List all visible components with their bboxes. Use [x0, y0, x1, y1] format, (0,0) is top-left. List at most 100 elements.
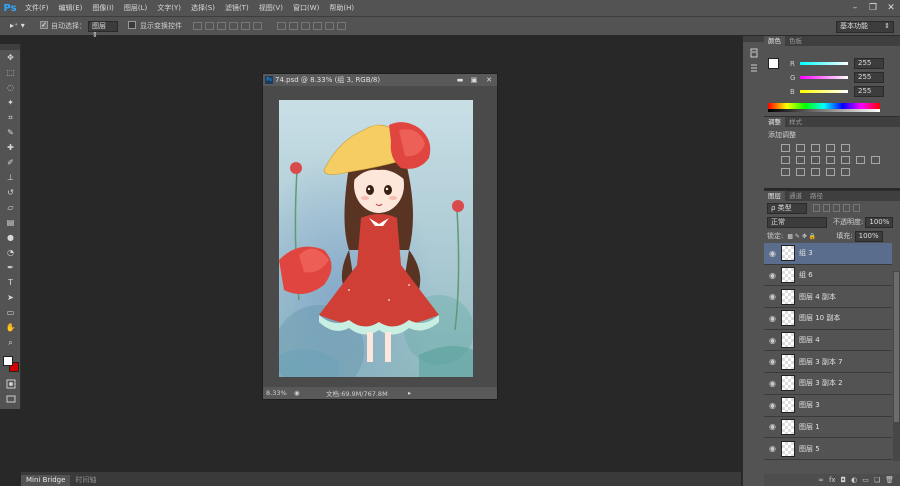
- eraser-icon[interactable]: ▱: [0, 200, 21, 215]
- new-layer-icon[interactable]: ❏: [874, 476, 880, 484]
- layer-row[interactable]: ◉ 图层 3 副本 7: [764, 351, 892, 374]
- tab-color_panel-0[interactable]: 颜色: [764, 36, 785, 46]
- auto-select-checkbox[interactable]: ✓: [40, 21, 48, 29]
- layer-row[interactable]: ◉ 图层 4: [764, 330, 892, 352]
- pen-icon[interactable]: ✒: [0, 260, 21, 275]
- zoom-icon[interactable]: ⌕: [0, 335, 21, 350]
- menu-item-7[interactable]: 视图(V): [254, 3, 288, 13]
- channel-slider-g[interactable]: [800, 76, 848, 79]
- tab-layers_panel-1[interactable]: 通道: [785, 191, 806, 201]
- channel-slider-r[interactable]: [800, 62, 848, 65]
- layer-row[interactable]: ◉ 图层 3 副本 2: [764, 373, 892, 395]
- layer-mask-icon[interactable]: ◘: [841, 476, 847, 484]
- opacity-field[interactable]: 100%: [865, 216, 894, 228]
- path-select-icon[interactable]: ➤: [0, 290, 21, 305]
- show-transform-checkbox[interactable]: [128, 21, 136, 29]
- menu-item-6[interactable]: 滤镜(T): [220, 3, 254, 13]
- layer-row[interactable]: ◉ 组 6: [764, 265, 892, 287]
- bottom-tab-1[interactable]: 时间轴: [70, 475, 101, 486]
- visibility-eye-icon[interactable]: ◉: [764, 422, 781, 431]
- visibility-eye-icon[interactable]: ◉: [764, 401, 781, 410]
- history-panel-icon[interactable]: [743, 45, 765, 60]
- shape-icon[interactable]: ▭: [0, 305, 21, 320]
- new-group-icon[interactable]: ▭: [862, 476, 869, 484]
- close-icon[interactable]: ✕: [882, 0, 900, 16]
- foreground-color-swatch[interactable]: [3, 356, 13, 366]
- layer-row[interactable]: ◉ 图层 1: [764, 417, 892, 439]
- adjustment-icons[interactable]: [764, 143, 900, 179]
- align-buttons[interactable]: [193, 22, 393, 30]
- tab-layers_panel-0[interactable]: 图层: [764, 191, 785, 201]
- menu-item-9[interactable]: 帮助(H): [324, 3, 359, 13]
- layer-row[interactable]: ◉ 图层 3: [764, 395, 892, 417]
- menu-item-5[interactable]: 选择(S): [186, 3, 220, 13]
- layer-filter-dropdown[interactable]: ρ 类型: [767, 202, 807, 214]
- eyedropper-icon[interactable]: ✎: [0, 125, 21, 140]
- gradient-icon[interactable]: ▤: [0, 215, 21, 230]
- layer-row[interactable]: ◉ 图层 5: [764, 438, 892, 460]
- healing-icon[interactable]: ✚: [0, 140, 21, 155]
- layer-style-icon[interactable]: fx: [829, 476, 836, 484]
- clone-stamp-icon[interactable]: ⊥: [0, 170, 21, 185]
- canvas-artwork[interactable]: [279, 100, 473, 377]
- channel-value-b[interactable]: 255: [854, 86, 884, 97]
- tab-adjust_panel-1[interactable]: 样式: [785, 117, 806, 127]
- visibility-eye-icon[interactable]: ◉: [764, 379, 781, 388]
- document-titlebar[interactable]: Ps 74.psd @ 8.33% (组 3, RGB/8) ▬ ▣ ✕: [263, 74, 497, 86]
- doc-restore-icon[interactable]: ▣: [467, 76, 481, 84]
- tab-layers_panel-2[interactable]: 路径: [806, 191, 827, 201]
- adjustment-layer-icon[interactable]: ◐: [851, 476, 857, 484]
- lock-icons[interactable]: ▩ ✎ ✥ 🔒: [787, 233, 816, 240]
- delete-layer-icon[interactable]: 🗑: [885, 476, 894, 484]
- layer-row[interactable]: ◉ 图层 10 副本: [764, 308, 892, 330]
- channel-value-r[interactable]: 255: [854, 58, 884, 69]
- color-swatches[interactable]: [0, 350, 20, 376]
- tab-color_panel-1[interactable]: 色板: [785, 36, 806, 46]
- crop-icon[interactable]: ⌗: [0, 110, 21, 125]
- lasso-icon[interactable]: ◌: [0, 80, 21, 95]
- channel-slider-b[interactable]: [800, 90, 848, 93]
- tab-adjust_panel-0[interactable]: 调整: [764, 117, 785, 127]
- link-layers-icon[interactable]: ∞: [818, 476, 824, 484]
- visibility-eye-icon[interactable]: ◉: [764, 357, 781, 366]
- color-panel-fg-swatch[interactable]: [768, 58, 779, 69]
- menu-item-4[interactable]: 文字(Y): [152, 3, 186, 13]
- marquee-icon[interactable]: ⬚: [0, 65, 21, 80]
- screen-mode-icon[interactable]: [0, 391, 21, 406]
- status-arrow-icon[interactable]: ▸: [408, 389, 411, 397]
- type-icon[interactable]: T: [0, 275, 21, 290]
- blur-icon[interactable]: ●: [0, 230, 21, 245]
- move-tool-preset-icon[interactable]: ▸⁺ ▾: [10, 21, 25, 30]
- move-icon[interactable]: ✥: [0, 50, 21, 65]
- workspace-dropdown[interactable]: 基本功能 ⇕: [836, 21, 894, 33]
- doc-close-icon[interactable]: ✕: [481, 76, 497, 84]
- menu-item-8[interactable]: 窗口(W): [288, 3, 324, 13]
- history-brush-icon[interactable]: ↺: [0, 185, 21, 200]
- visibility-eye-icon[interactable]: ◉: [764, 271, 781, 280]
- doc-minimize-icon[interactable]: ▬: [453, 76, 467, 84]
- zoom-level[interactable]: 8.33%: [266, 389, 294, 397]
- visibility-eye-icon[interactable]: ◉: [764, 249, 781, 258]
- minimize-icon[interactable]: –: [846, 0, 864, 16]
- menu-item-1[interactable]: 编辑(E): [54, 3, 88, 13]
- blend-mode-dropdown[interactable]: 正常: [767, 216, 827, 228]
- visibility-eye-icon[interactable]: ◉: [764, 314, 781, 323]
- layers-scrollbar[interactable]: [893, 271, 900, 461]
- properties-panel-icon[interactable]: [743, 60, 765, 75]
- fill-field[interactable]: 100%: [854, 230, 883, 242]
- grayscale-ramp[interactable]: [768, 109, 880, 112]
- visibility-eye-icon[interactable]: ◉: [764, 444, 781, 453]
- channel-value-g[interactable]: 255: [854, 72, 884, 83]
- menu-item-0[interactable]: 文件(F): [20, 3, 54, 13]
- quick-select-icon[interactable]: ✦: [0, 95, 21, 110]
- hand-icon[interactable]: ✋: [0, 320, 21, 335]
- restore-icon[interactable]: ❐: [864, 0, 882, 16]
- bottom-tab-0[interactable]: Mini Bridge: [21, 475, 71, 486]
- layer-row[interactable]: ◉ 组 3: [764, 243, 892, 265]
- menu-item-3[interactable]: 图层(L): [119, 3, 152, 13]
- auto-select-dropdown[interactable]: 图层 ⇕: [88, 21, 118, 39]
- visibility-eye-icon[interactable]: ◉: [764, 292, 781, 301]
- dodge-icon[interactable]: ◔: [0, 245, 21, 260]
- visibility-eye-icon[interactable]: ◉: [764, 336, 781, 345]
- status-menu-icon[interactable]: ◉: [294, 389, 304, 397]
